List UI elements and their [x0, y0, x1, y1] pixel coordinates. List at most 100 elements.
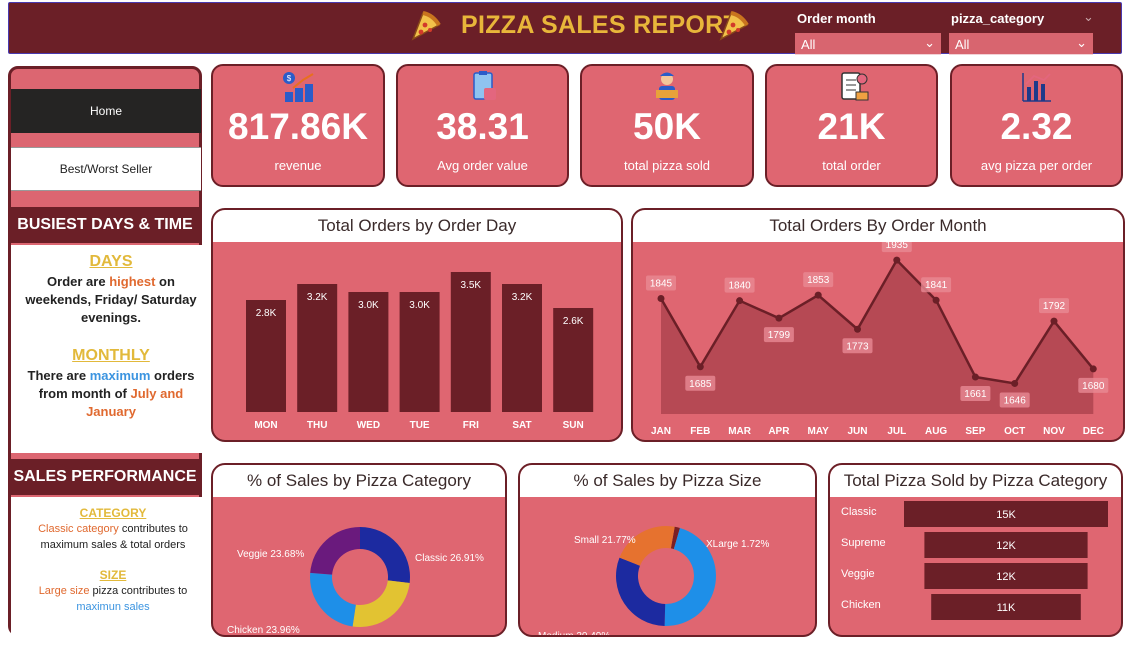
x-tick-label: NOV — [1043, 426, 1065, 437]
point-data-label: 1661 — [964, 389, 987, 400]
x-tick-label: OCT — [1004, 426, 1025, 437]
data-point[interactable] — [1089, 365, 1097, 373]
sales-by-category-panel: % of Sales by Pizza Category Classic 26.… — [211, 463, 507, 637]
pizza-category-value: All — [955, 37, 970, 52]
nav-home-button[interactable]: Home — [11, 89, 201, 133]
money-growth-icon: $ — [283, 72, 314, 102]
size-text: Large size pizza contributes to maximun … — [38, 585, 188, 613]
data-point[interactable] — [736, 297, 744, 305]
x-tick-label: SUN — [563, 420, 584, 431]
x-tick-label: TUE — [410, 420, 430, 431]
data-point[interactable] — [971, 373, 979, 381]
category-label: Veggie — [841, 568, 875, 580]
chevron-down-icon: ⌄ — [1083, 9, 1094, 24]
data-point[interactable] — [854, 325, 861, 333]
sales-by-size-panel: % of Sales by Pizza Size XLarge 1.72%Lar… — [518, 463, 817, 637]
x-tick-label: MAR — [728, 426, 752, 437]
bar[interactable] — [297, 284, 338, 412]
kpi-value: 817.86K — [228, 106, 368, 147]
orders-by-month-chart: 1845 JAN 1685 FEB 1840 MAR 1799 APR 1853 MAY 1773 J… — [646, 242, 1109, 437]
bar[interactable] — [502, 284, 542, 412]
monthly-title: MONTHLY — [72, 347, 150, 364]
pizza-category-select[interactable]: All ⌄ — [949, 33, 1093, 55]
donut-slice[interactable] — [352, 580, 410, 627]
bar-data-label: 11K — [997, 602, 1016, 614]
bar-data-label: 12K — [996, 540, 1016, 552]
kpi-total-pizza-sold-card: 50K total pizza sold — [580, 64, 754, 187]
bar[interactable] — [450, 272, 491, 412]
data-point[interactable] — [932, 296, 940, 304]
donut-slice[interactable] — [616, 557, 666, 626]
category-label: Classic — [841, 506, 877, 518]
orders-by-day-title: Total Orders by Order Day — [213, 210, 621, 242]
nav-best-worst-button[interactable]: Best/Worst Seller — [11, 147, 201, 191]
slice-label: XLarge 1.72% — [706, 539, 769, 550]
bar-data-label: 12K — [996, 571, 1016, 583]
donut-slice[interactable] — [360, 527, 410, 583]
slice-label: Supreme 25.46% — [409, 635, 486, 637]
sales-by-category-chart: Classic 26.91% Supreme 25.46% Chicken 23.9… — [227, 527, 486, 637]
category-title: CATEGORY — [79, 506, 147, 520]
pizza-sold-by-category-panel: Total Pizza Sold by Pizza Category 15K Cl… — [828, 463, 1123, 637]
sales-by-size-chart: XLarge 1.72%Large 45.89%Medium 30.49%Sma… — [538, 526, 769, 637]
slice-label: Small 21.77% — [574, 535, 636, 546]
data-point[interactable] — [814, 291, 822, 299]
x-tick-label: SAT — [512, 420, 531, 431]
data-point[interactable] — [696, 363, 704, 371]
x-tick-label: DEC — [1083, 426, 1104, 437]
header-bar: PIZZA SALES REPORT Order month pizza_cat… — [8, 2, 1122, 55]
slice-label: Chicken 23.96% — [227, 625, 300, 636]
slice-label: Veggie 23.68% — [237, 549, 304, 560]
bar-data-label: 15K — [996, 509, 1016, 521]
pizza-slice-icon — [719, 11, 749, 41]
busiest-days-heading: BUSIEST DAYS & TIME — [11, 207, 199, 243]
kpi-value: 2.32 — [1000, 106, 1073, 147]
kpi-avg-pizza-per-order-card: 2.32 avg pizza per order — [950, 64, 1123, 187]
orders-by-month-panel: Total Orders By Order Month 1845 JAN 1685 F… — [631, 208, 1125, 442]
x-tick-label: MON — [254, 420, 277, 431]
data-point[interactable] — [893, 256, 901, 264]
x-tick-label: APR — [768, 426, 790, 437]
x-tick-label: WED — [357, 420, 380, 431]
x-tick-label: AUG — [925, 426, 947, 437]
data-point[interactable] — [1011, 379, 1019, 387]
order-month-filter-label: Order month — [797, 11, 876, 26]
data-point[interactable] — [1050, 317, 1058, 325]
point-data-label: 1841 — [925, 280, 948, 291]
order-list-icon — [840, 72, 868, 101]
point-data-label: 1845 — [650, 279, 673, 290]
donut-slice[interactable] — [310, 572, 356, 627]
category-label: Supreme — [841, 537, 886, 549]
donut-slice[interactable] — [310, 527, 360, 575]
point-data-label: 1773 — [846, 341, 869, 352]
data-point[interactable] — [775, 314, 783, 322]
left-panel: Home Best/Worst Seller BUSIEST DAYS & TI… — [8, 66, 215, 651]
point-data-label: 1935 — [886, 242, 909, 251]
slice-label: Medium 30.49% — [538, 631, 610, 637]
x-tick-label: FEB — [690, 426, 710, 437]
chevron-down-icon: ⌄ — [1076, 35, 1087, 50]
point-data-label: 1680 — [1082, 381, 1105, 392]
monthly-text: There are maximum orders from month of J… — [27, 368, 195, 419]
orders-by-day-chart: 2.8K MON 3.2K THU 3.0K WED 3.0K TUE 3.5K FRI 3.2K S… — [246, 272, 594, 431]
point-data-label: 1853 — [807, 275, 830, 286]
kpi-value: 50K — [633, 106, 701, 147]
orders-by-day-panel: Total Orders by Order Day 2.8K MON 3.2K THU… — [211, 208, 623, 442]
chevron-down-icon: ⌄ — [924, 35, 935, 50]
kpi-label: Avg order value — [437, 158, 528, 173]
bar-data-label: 2.8K — [256, 308, 277, 319]
x-tick-label: THU — [307, 420, 328, 431]
bar-data-label: 3.5K — [461, 280, 482, 291]
orders-by-month-title: Total Orders By Order Month — [633, 210, 1123, 242]
x-tick-label: FRI — [463, 420, 479, 431]
bar-data-label: 2.6K — [563, 316, 584, 327]
kpi-label: total pizza sold — [624, 158, 710, 173]
busiest-days-card: DAYS Order are highest on weekends, Frid… — [11, 245, 211, 453]
x-tick-label: MAY — [808, 426, 830, 437]
bar-data-label: 3.0K — [409, 300, 430, 311]
order-month-select[interactable]: All ⌄ — [795, 33, 941, 55]
svg-text:$: $ — [287, 74, 292, 83]
data-point[interactable] — [657, 295, 665, 303]
category-text: Classic category contributes to maximum … — [38, 523, 188, 551]
sales-performance-card: CATEGORY Classic category contributes to… — [11, 497, 215, 651]
